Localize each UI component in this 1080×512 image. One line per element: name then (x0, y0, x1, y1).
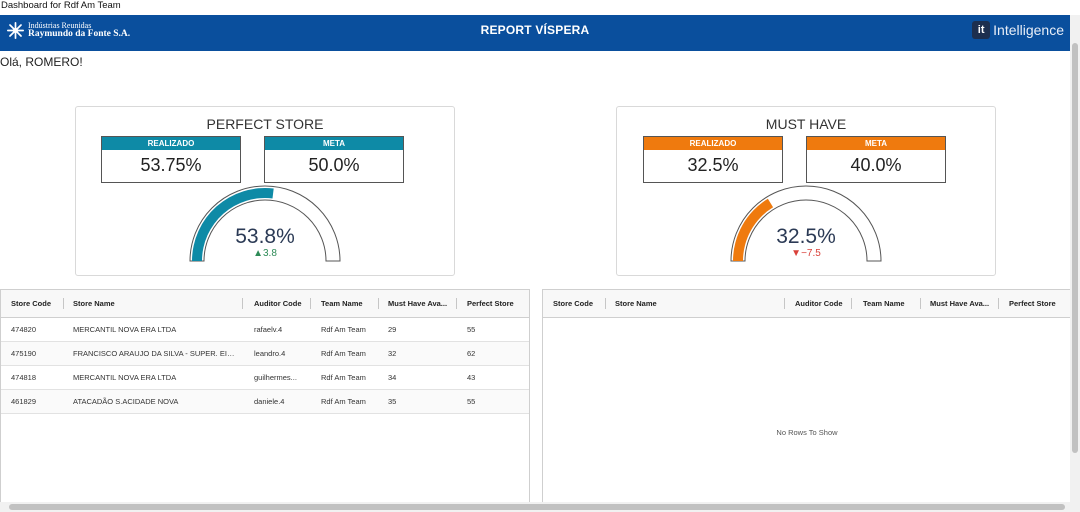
table-row[interactable]: 474820 MERCANTIL NOVA ERA LTDA rafaelv.4 Rd… (1, 318, 529, 342)
cell-team-name: Rdf Am Team (321, 349, 366, 358)
horizontal-scrollbar[interactable] (0, 502, 1080, 512)
grid-body: 474820 MERCANTIL NOVA ERA LTDA rafaelv.4 Rd… (1, 318, 529, 414)
col-auditor-code[interactable]: Auditor Code (254, 290, 309, 317)
realizado-value: 32.5% (687, 155, 739, 175)
app-header: Indústrias Reunidas Raymundo da Fonte S.… (0, 15, 1070, 51)
no-rows-message: No Rows To Show (776, 428, 838, 437)
cell-auditor-code: rafaelv.4 (254, 325, 283, 334)
cell-store-name: FRANCISCO ARAUJO DA SILVA - SUPER. EIR..… (73, 349, 238, 358)
perfect-store-card: PERFECT STORE REALIZADO 53.75% META 50.0… (75, 106, 455, 276)
cell-store-code: 475190 (11, 349, 37, 358)
vertical-scroll-thumb[interactable] (1072, 43, 1078, 453)
cell-auditor-code: daniele.4 (254, 397, 285, 406)
cell-auditor-code: leandro.4 (254, 349, 286, 358)
cell-must-have: 35 (388, 397, 397, 406)
col-store-code[interactable]: Store Code (553, 290, 603, 317)
table-row[interactable]: 474818 MERCANTIL NOVA ERA LTDA guilhermes.… (1, 366, 529, 390)
realizado-label: REALIZADO (102, 137, 240, 150)
col-perfect-store[interactable]: Perfect Store (467, 290, 522, 317)
report-title: REPORT VÍSPERA (480, 23, 590, 37)
stores-grid-left[interactable]: Store Code Store Name Auditor Code Team … (0, 289, 530, 504)
cell-store-code: 474818 (11, 373, 37, 382)
col-team-name[interactable]: Team Name (321, 290, 373, 317)
cell-team-name: Rdf Am Team (321, 325, 366, 334)
card-title: MUST HAVE (765, 116, 847, 132)
meta-label: META (807, 137, 945, 150)
cell-auditor-code: guilhermes... (254, 373, 297, 382)
grid-header: Store Code Store Name Auditor Code Team … (543, 290, 1071, 318)
must-have-card: MUST HAVE REALIZADO 32.5% META 40.0% 32.… (616, 106, 996, 276)
col-store-name[interactable]: Store Name (615, 290, 780, 317)
vertical-scrollbar[interactable] (1070, 15, 1080, 502)
meta-label: META (265, 137, 403, 150)
col-store-name[interactable]: Store Name (73, 290, 238, 317)
gauge-delta: ▲3.8 (253, 248, 277, 259)
realizado-value: 53.75% (140, 155, 202, 175)
table-row[interactable]: 461829 ATACADÃO S.ACIDADE NOVA daniele.4 Rd… (1, 390, 529, 414)
brand-logo: it Intelligence (972, 21, 1064, 39)
cell-perfect-store: 62 (467, 349, 476, 358)
cell-store-name: MERCANTIL NOVA ERA LTDA (73, 325, 177, 334)
cell-store-code: 461829 (11, 397, 37, 406)
col-auditor-code[interactable]: Auditor Code (795, 290, 850, 317)
cell-team-name: Rdf Am Team (321, 373, 366, 382)
card-title: PERFECT STORE (206, 116, 324, 132)
cell-store-name: ATACADÃO S.ACIDADE NOVA (73, 397, 179, 406)
meta-box: META 40.0% (806, 136, 946, 183)
cell-perfect-store: 55 (467, 325, 476, 334)
realizado-box: REALIZADO 53.75% (101, 136, 241, 183)
gauge-value: 32.5% (776, 225, 836, 248)
cell-must-have: 32 (388, 349, 397, 358)
table-row[interactable]: 475190 FRANCISCO ARAUJO DA SILVA - SUPER.… (1, 342, 529, 366)
col-team-name[interactable]: Team Name (863, 290, 915, 317)
brand-text: Intelligence (993, 22, 1064, 38)
col-must-have[interactable]: Must Have Ava... (388, 290, 450, 317)
brand-mark-icon: it (972, 21, 991, 39)
col-must-have[interactable]: Must Have Ava... (930, 290, 992, 317)
cell-store-name: MERCANTIL NOVA ERA LTDA (73, 373, 177, 382)
meta-value: 50.0% (308, 155, 360, 175)
stores-grid-right[interactable]: Store Code Store Name Auditor Code Team … (542, 289, 1072, 504)
meta-value: 40.0% (850, 155, 902, 175)
cell-store-code: 474820 (11, 325, 37, 334)
cell-perfect-store: 43 (467, 373, 476, 382)
meta-box: META 50.0% (264, 136, 404, 183)
greeting-text: Olá, ROMERO! (0, 55, 83, 69)
realizado-box: REALIZADO 32.5% (643, 136, 783, 183)
window-title: Dashboard for Rdf Am Team (1, 0, 121, 11)
gauge-value: 53.8% (235, 225, 295, 248)
grid-header: Store Code Store Name Auditor Code Team … (1, 290, 529, 318)
cell-must-have: 34 (388, 373, 397, 382)
horizontal-scroll-thumb[interactable] (9, 504, 1065, 510)
cell-team-name: Rdf Am Team (321, 397, 366, 406)
col-perfect-store[interactable]: Perfect Store (1009, 290, 1064, 317)
cell-perfect-store: 55 (467, 397, 476, 406)
gauge-delta: ▼−7.5 (791, 248, 821, 259)
realizado-label: REALIZADO (644, 137, 782, 150)
cell-must-have: 29 (388, 325, 397, 334)
col-store-code[interactable]: Store Code (11, 290, 61, 317)
